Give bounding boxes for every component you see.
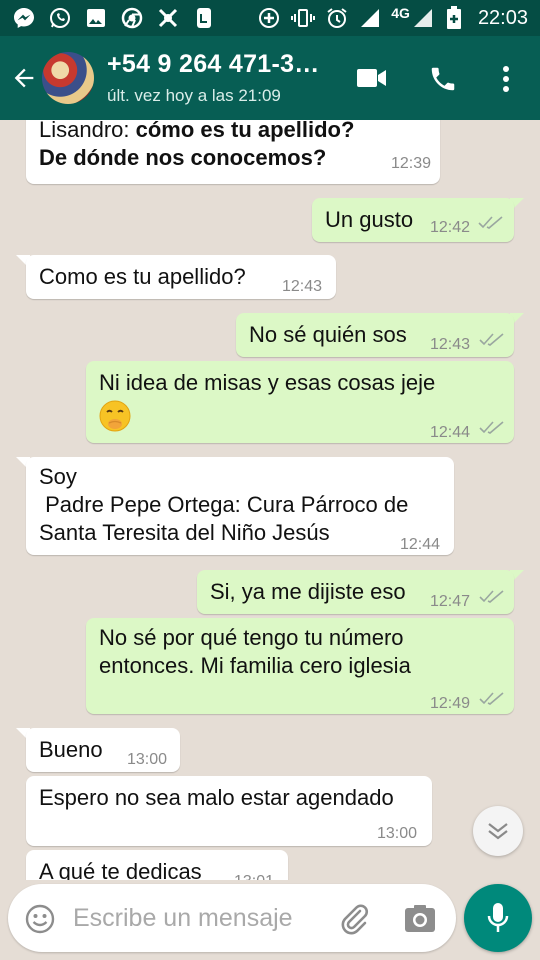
system-status: 4G 22:03: [257, 5, 528, 30]
video-call-icon[interactable]: [356, 66, 388, 90]
read-ticks-icon: [478, 216, 503, 229]
vibrate-icon: [291, 9, 316, 27]
message-incoming[interactable]: Soy Padre Pepe Ortega: Cura Párroco de S…: [26, 457, 454, 555]
message-text-line-3: Santa Teresita del Niño Jesús: [39, 519, 330, 547]
message-text: A qué te dedicas: [39, 859, 202, 880]
message-text: Como es tu apellido?: [39, 264, 246, 289]
message-time: 12:42: [430, 219, 471, 236]
clock: 22:03: [477, 6, 528, 29]
message-composer[interactable]: Escribe un mensaje: [8, 884, 456, 952]
message-line: Lisandro: cómo es tu apellido?: [39, 120, 355, 142]
message-outgoing[interactable]: Un gusto 12:42: [312, 198, 514, 242]
message-incoming[interactable]: Como es tu apellido? 12:43: [26, 255, 336, 299]
phone-app-icon: [197, 8, 211, 28]
message-time: 13:01: [234, 868, 274, 880]
alarm-icon: [327, 8, 347, 28]
scroll-down-icon: [488, 823, 508, 840]
message-text-line-2: De dónde nos conocemos?: [39, 144, 326, 172]
message-line: Santa Teresita del Niño Jesús: [39, 520, 330, 545]
message-line: No sé por qué tengo tu número: [99, 625, 404, 650]
gallery-icon: [87, 9, 105, 27]
data-saver-icon: [259, 8, 280, 28]
attach-icon[interactable]: [338, 902, 372, 936]
scroll-to-bottom-button[interactable]: [473, 806, 523, 856]
phone-icon[interactable]: [428, 64, 458, 94]
mic-icon: [487, 903, 509, 932]
chrome-icon: [121, 7, 143, 29]
message-outgoing[interactable]: No sé por qué tengo tu número entonces. …: [86, 618, 514, 714]
signal-icon-2: [413, 9, 432, 27]
camera-icon[interactable]: [404, 904, 436, 934]
status-bar: 4G 22:03: [0, 0, 540, 36]
message-list[interactable]: Lisandro: cómo es tu apellido? De dónde …: [0, 120, 540, 880]
read-ticks-icon: [479, 333, 504, 346]
face-with-hand-over-mouth-icon: [99, 400, 131, 432]
message-text-line-2: entonces. Mi familia cero iglesia: [99, 652, 411, 680]
message-text: No sé por qué tengo tu número: [99, 624, 404, 652]
signal-icon: [361, 9, 380, 27]
contact-avatar[interactable]: [42, 52, 94, 104]
message-incoming[interactable]: Bueno 13:00: [26, 728, 180, 772]
message-time: 12:49: [430, 695, 471, 712]
network-type: 4G: [391, 5, 410, 21]
message-outgoing[interactable]: No sé quién sos 12:43: [236, 313, 514, 357]
message-time: 12:43: [430, 336, 471, 353]
back-arrow-icon[interactable]: [10, 64, 38, 92]
battery-charging-icon: [446, 6, 461, 29]
message-text: Lisandro: cómo es tu apellido?: [39, 120, 354, 144]
read-ticks-icon: [479, 692, 504, 705]
message-text: Espero no sea malo estar agendado: [39, 785, 394, 810]
mic-button[interactable]: [464, 884, 532, 952]
message-incoming[interactable]: Espero no sea malo estar agendado 13:00: [26, 776, 432, 846]
message-text: Si, ya me dijiste eso: [210, 579, 406, 604]
message-time: 12:39: [390, 155, 431, 172]
emoji-icon[interactable]: [24, 903, 56, 935]
message-input[interactable]: Escribe un mensaje: [73, 904, 293, 933]
message-incoming[interactable]: Lisandro: cómo es tu apellido? De dónde …: [26, 120, 440, 184]
message-time: 12:44: [430, 424, 471, 441]
last-seen-status: últ. vez hoy a las 21:09: [107, 86, 281, 105]
message-text: No sé quién sos: [249, 322, 407, 347]
message-text: Ni idea de misas y esas cosas jeje: [99, 370, 436, 395]
message-line: De dónde nos conocemos?: [39, 145, 327, 170]
more-vert-icon[interactable]: [498, 64, 514, 94]
message-line: Padre Pepe Ortega: Cura Párroco de: [39, 492, 409, 517]
messenger-icon: [14, 8, 34, 28]
message-text: Un gusto: [325, 207, 414, 232]
message-incoming[interactable]: A qué te dedicas 13:01: [26, 850, 288, 880]
message-line: Soy: [39, 464, 77, 489]
message-text: Bueno: [39, 737, 103, 762]
message-outgoing[interactable]: Ni idea de misas y esas cosas jeje 12:44: [86, 361, 514, 443]
read-ticks-icon: [479, 590, 504, 603]
contact-name[interactable]: +54 9 264 471-3…: [107, 50, 320, 79]
message-time: 12:44: [400, 536, 441, 553]
message-line: entonces. Mi familia cero iglesia: [99, 653, 411, 678]
app-notification-icon: [158, 8, 178, 28]
message-text: Soy: [39, 463, 77, 491]
chat-header: +54 9 264 471-3… últ. vez hoy a las 21:0…: [0, 36, 540, 120]
message-time: 12:43: [282, 278, 323, 295]
read-ticks-icon: [479, 421, 504, 434]
message-outgoing[interactable]: Si, ya me dijiste eso 12:47: [197, 570, 514, 614]
message-text-line-2: Padre Pepe Ortega: Cura Párroco de: [39, 491, 408, 519]
message-time: 12:47: [430, 593, 471, 610]
message-time: 13:00: [127, 751, 168, 768]
whatsapp-icon: [50, 8, 70, 28]
message-time: 13:00: [377, 825, 418, 842]
notification-icons: [12, 6, 216, 30]
